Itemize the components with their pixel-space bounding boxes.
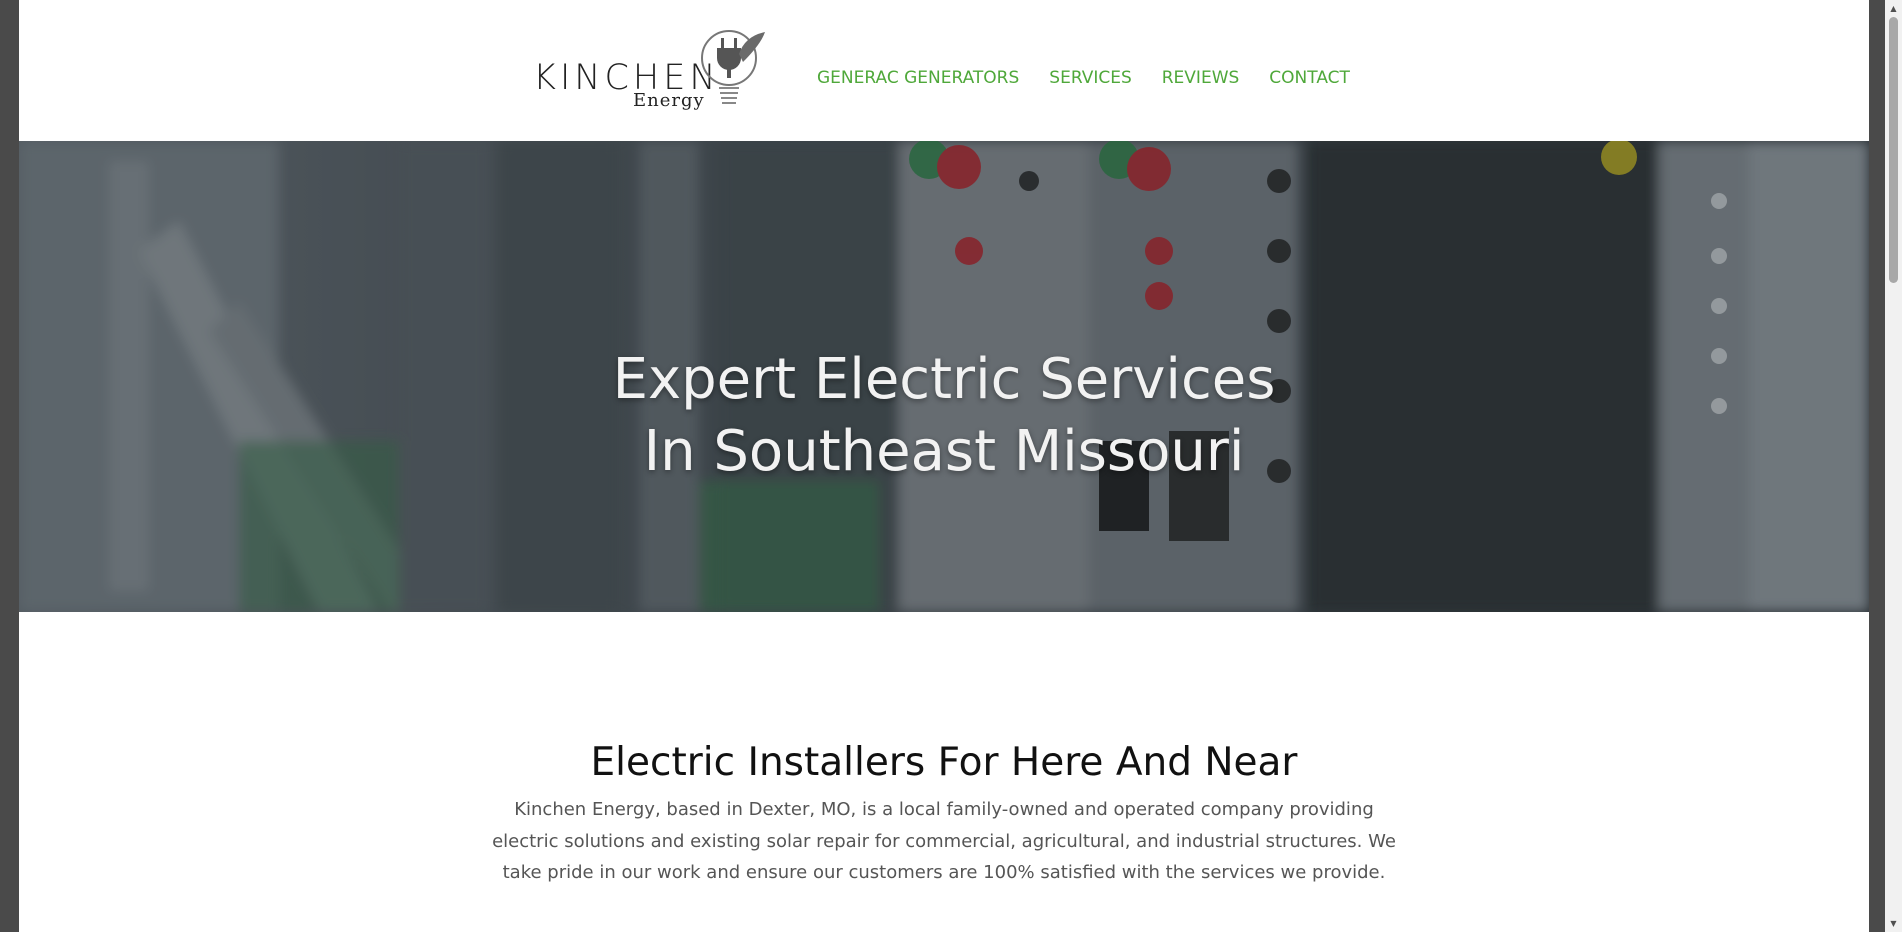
plug-bulb-icon [701,30,765,104]
site-logo[interactable]: KINCHEN Energy [533,28,773,114]
nav-services[interactable]: SERVICES [1049,66,1131,90]
intro-title: Electric Installers For Here And Near [590,740,1298,786]
nav-contact[interactable]: CONTACT [1269,66,1350,90]
main-nav: GENERAC GENERATORS SERVICES REVIEWS CONT… [817,66,1380,90]
hero-title-line2: In Southeast Missouri [643,418,1245,484]
hero-banner: Expert Electric Services In Southeast Mi… [19,141,1869,612]
nav-reviews[interactable]: REVIEWS [1162,66,1240,90]
page: KINCHEN Energy GENERAC GENERATORS SERVIC… [19,0,1869,932]
intro-section: Electric Installers For Here And Near Ki… [19,612,1869,932]
scrollbar-thumb[interactable] [1889,17,1898,283]
scroll-up-arrow-icon[interactable]: ▲ [1885,0,1902,17]
intro-paragraph: Kinchen Energy, based in Dexter, MO, is … [492,799,1396,883]
site-header: KINCHEN Energy GENERAC GENERATORS SERVIC… [19,0,1869,141]
hero-title: Expert Electric Services In Southeast Mi… [19,344,1869,488]
nav-generac-generators[interactable]: GENERAC GENERATORS [817,66,1019,90]
hero-title-line1: Expert Electric Services [612,346,1276,412]
page-scrollbar[interactable]: ▲ ▼ [1885,0,1902,932]
scroll-down-arrow-icon[interactable]: ▼ [1885,915,1902,932]
logo-subtitle: Energy [633,90,705,111]
